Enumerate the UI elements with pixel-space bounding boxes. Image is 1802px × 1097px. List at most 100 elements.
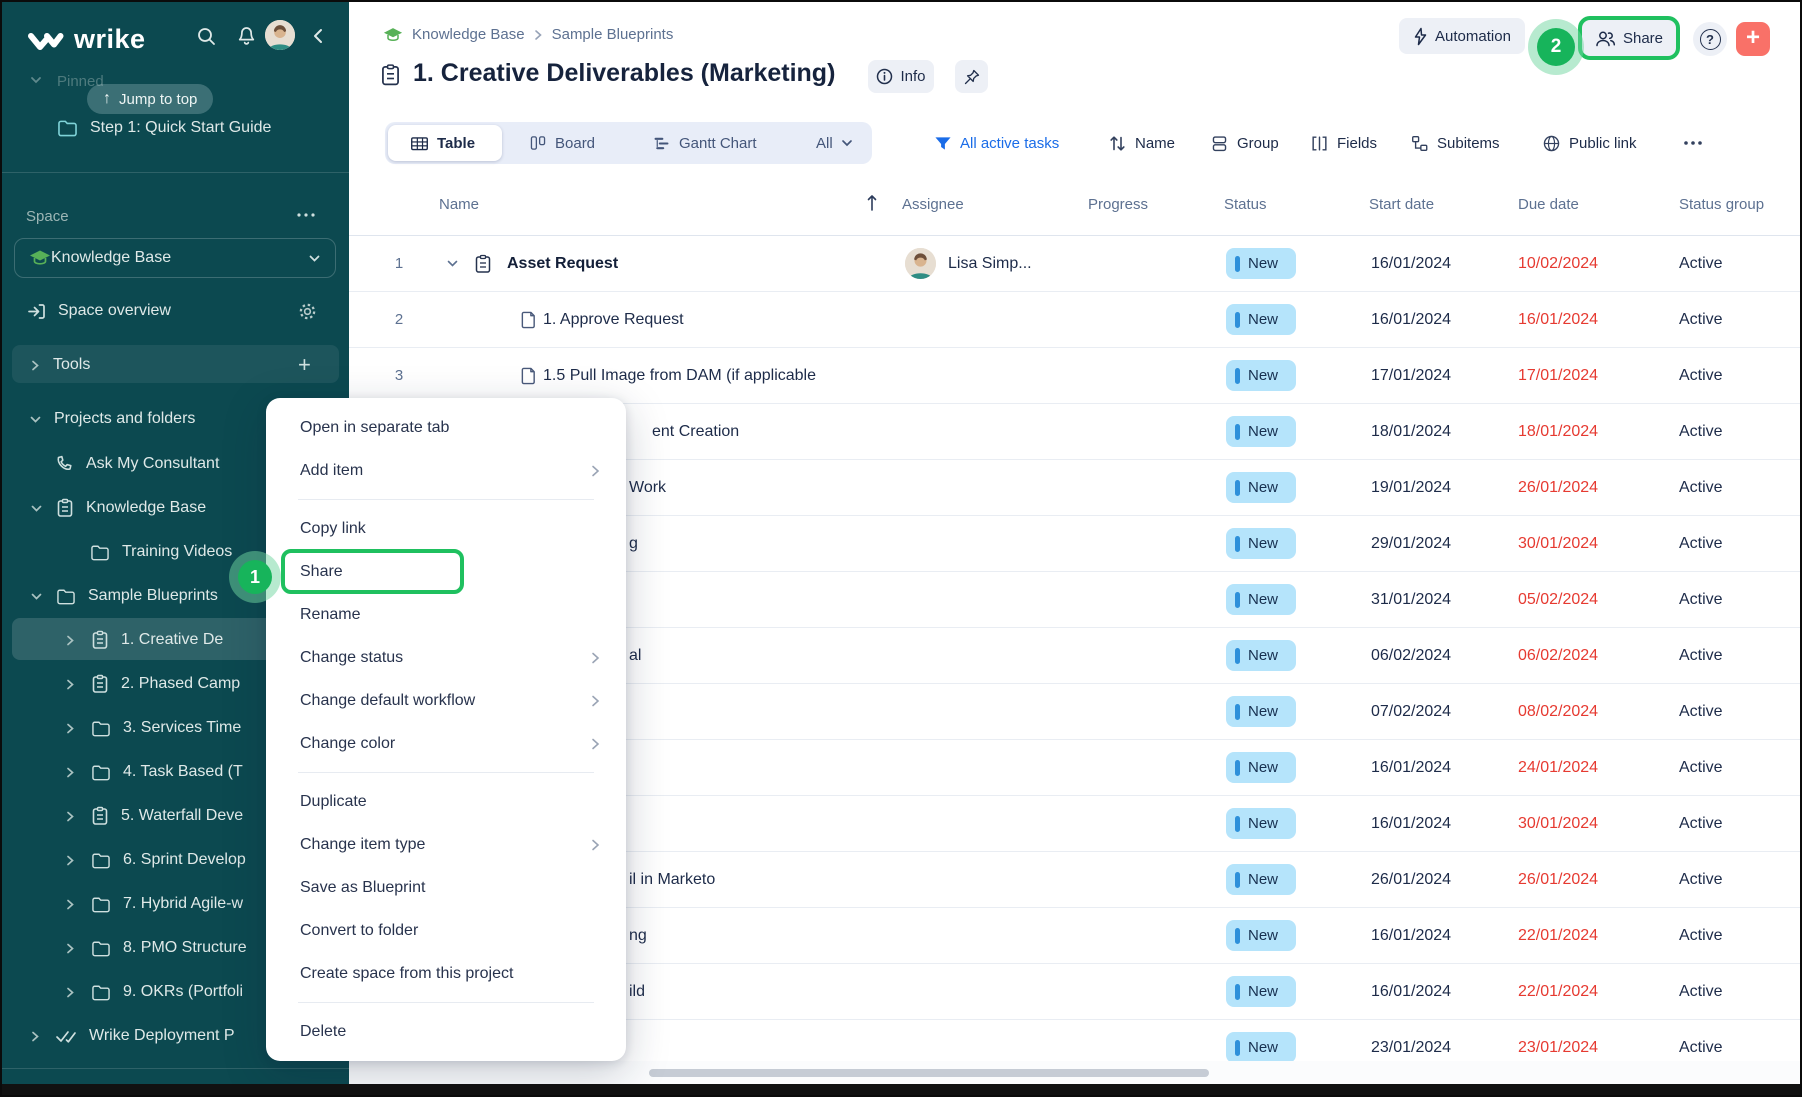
- task-name[interactable]: 1. Approve Request: [543, 292, 684, 347]
- status-badge[interactable]: New: [1226, 640, 1296, 671]
- menu-item-rename[interactable]: Rename: [266, 593, 626, 636]
- column-header-status[interactable]: Status: [1224, 196, 1267, 213]
- status-badge[interactable]: New: [1226, 920, 1296, 951]
- due-date[interactable]: 30/01/2024: [1518, 516, 1598, 571]
- status-badge[interactable]: New: [1226, 416, 1296, 447]
- due-date[interactable]: 05/02/2024: [1518, 572, 1598, 627]
- start-date[interactable]: 16/01/2024: [1371, 292, 1451, 347]
- info-button[interactable]: Info: [868, 60, 934, 93]
- user-avatar[interactable]: [265, 20, 295, 50]
- task-name[interactable]: ng: [629, 908, 647, 963]
- add-tool-plus-icon[interactable]: +: [298, 352, 311, 378]
- status-badge[interactable]: New: [1226, 696, 1296, 727]
- add-new-button[interactable]: +: [1736, 22, 1770, 56]
- menu-item-create-space-from-project[interactable]: Create space from this project: [266, 952, 626, 995]
- due-date[interactable]: 24/01/2024: [1518, 740, 1598, 795]
- help-button[interactable]: ?: [1693, 22, 1727, 56]
- tab-table[interactable]: Table: [410, 122, 475, 164]
- automation-button[interactable]: Automation: [1399, 18, 1525, 54]
- more-options-icon[interactable]: [1682, 122, 1704, 164]
- horizontal-scrollbar[interactable]: [349, 1061, 1800, 1084]
- menu-item-change-status[interactable]: Change status: [266, 636, 626, 679]
- task-name[interactable]: ild: [629, 964, 645, 1019]
- task-name[interactable]: il in Marketo: [629, 852, 715, 907]
- task-name[interactable]: Asset Request: [507, 236, 618, 291]
- column-header-due-date[interactable]: Due date: [1518, 196, 1579, 213]
- table-row[interactable]: 2 1. Approve Request New 16/01/2024 16/0…: [349, 292, 1800, 348]
- start-date[interactable]: 06/02/2024: [1371, 628, 1451, 683]
- start-date[interactable]: 29/01/2024: [1371, 516, 1451, 571]
- menu-item-change-default-workflow[interactable]: Change default workflow: [266, 679, 626, 722]
- status-badge[interactable]: New: [1226, 472, 1296, 503]
- subitems-control[interactable]: Subitems: [1410, 122, 1500, 164]
- task-name[interactable]: al: [629, 628, 641, 683]
- due-date[interactable]: 26/01/2024: [1518, 460, 1598, 515]
- start-date[interactable]: 16/01/2024: [1371, 908, 1451, 963]
- view-all-dropdown[interactable]: All: [816, 122, 853, 164]
- collapse-sidebar-icon[interactable]: [310, 27, 326, 45]
- column-header-start-date[interactable]: Start date: [1369, 196, 1434, 213]
- status-badge[interactable]: New: [1226, 1032, 1296, 1061]
- column-header-status-group[interactable]: Status group: [1679, 196, 1764, 213]
- pin-button[interactable]: [955, 60, 988, 93]
- tab-board[interactable]: Board: [529, 122, 595, 164]
- due-date[interactable]: 08/02/2024: [1518, 684, 1598, 739]
- table-row[interactable]: 3 1.5 Pull Image from DAM (if applicable…: [349, 348, 1800, 404]
- start-date[interactable]: 18/01/2024: [1371, 404, 1451, 459]
- due-date[interactable]: 16/01/2024: [1518, 292, 1598, 347]
- start-date[interactable]: 23/01/2024: [1371, 1020, 1451, 1061]
- menu-item-convert-to-folder[interactable]: Convert to folder: [266, 909, 626, 952]
- menu-item-delete[interactable]: Delete: [266, 1010, 626, 1053]
- status-badge[interactable]: New: [1226, 528, 1296, 559]
- menu-item-change-item-type[interactable]: Change item type: [266, 823, 626, 866]
- start-date[interactable]: 19/01/2024: [1371, 460, 1451, 515]
- status-badge[interactable]: New: [1226, 752, 1296, 783]
- status-badge[interactable]: New: [1226, 360, 1296, 391]
- group-control[interactable]: Group: [1210, 122, 1279, 164]
- scrollbar-thumb[interactable]: [649, 1069, 1209, 1077]
- breadcrumb-space[interactable]: Knowledge Base: [412, 26, 525, 43]
- assignee-avatar[interactable]: [905, 248, 936, 279]
- public-link-control[interactable]: Public link: [1542, 122, 1637, 164]
- due-date[interactable]: 30/01/2024: [1518, 796, 1598, 851]
- start-date[interactable]: 17/01/2024: [1371, 348, 1451, 403]
- due-date[interactable]: 22/01/2024: [1518, 964, 1598, 1019]
- task-name[interactable]: ent Creation: [652, 404, 739, 459]
- share-button[interactable]: Share: [1578, 16, 1680, 60]
- due-date[interactable]: 18/01/2024: [1518, 404, 1598, 459]
- menu-item-share[interactable]: Share: [266, 550, 626, 593]
- due-date[interactable]: 22/01/2024: [1518, 908, 1598, 963]
- filter-control[interactable]: All active tasks: [934, 122, 1059, 164]
- column-header-name[interactable]: Name: [439, 196, 479, 213]
- fields-control[interactable]: Fields: [1310, 122, 1377, 164]
- due-date[interactable]: 17/01/2024: [1518, 348, 1598, 403]
- menu-item-change-color[interactable]: Change color: [266, 722, 626, 765]
- search-icon[interactable]: [196, 26, 217, 47]
- menu-item-open-in-separate-tab[interactable]: Open in separate tab: [266, 406, 626, 449]
- due-date[interactable]: 10/02/2024: [1518, 236, 1598, 291]
- column-header-progress[interactable]: Progress: [1088, 196, 1148, 213]
- task-name[interactable]: 1.5 Pull Image from DAM (if applicable: [543, 348, 816, 403]
- status-badge[interactable]: New: [1226, 304, 1296, 335]
- start-date[interactable]: 16/01/2024: [1371, 796, 1451, 851]
- sort-ascending-icon[interactable]: [865, 193, 879, 212]
- space-selector[interactable]: Knowledge Base: [14, 238, 336, 278]
- gear-icon[interactable]: [298, 302, 317, 321]
- start-date[interactable]: 16/01/2024: [1371, 740, 1451, 795]
- column-header-assignee[interactable]: Assignee: [902, 196, 964, 213]
- sort-control[interactable]: Name: [1108, 122, 1175, 164]
- start-date[interactable]: 07/02/2024: [1371, 684, 1451, 739]
- sidebar-item-quick-start-guide[interactable]: Step 1: Quick Start Guide: [2, 106, 349, 150]
- table-row[interactable]: 1 Asset Request Lisa Simp... New 16/01/2…: [349, 236, 1800, 292]
- menu-item-add-item[interactable]: Add item: [266, 449, 626, 492]
- task-name[interactable]: g: [629, 516, 638, 571]
- status-badge[interactable]: New: [1226, 808, 1296, 839]
- breadcrumb-folder[interactable]: Sample Blueprints: [552, 26, 674, 43]
- due-date[interactable]: 26/01/2024: [1518, 852, 1598, 907]
- start-date[interactable]: 16/01/2024: [1371, 964, 1451, 1019]
- sidebar-item-tools[interactable]: Tools +: [2, 345, 349, 385]
- tab-gantt-chart[interactable]: Gantt Chart: [652, 122, 757, 164]
- space-more-icon[interactable]: [296, 208, 316, 222]
- status-badge[interactable]: New: [1226, 248, 1296, 279]
- menu-item-save-as-blueprint[interactable]: Save as Blueprint: [266, 866, 626, 909]
